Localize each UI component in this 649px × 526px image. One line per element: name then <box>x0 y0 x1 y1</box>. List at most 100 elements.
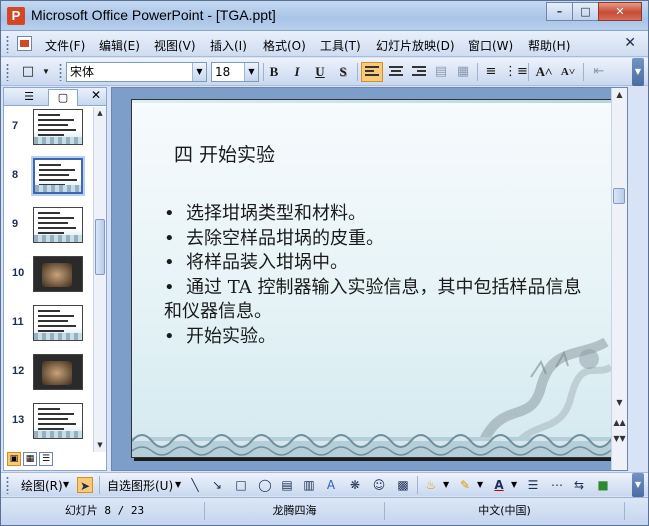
shrink-font-button[interactable]: A˅ <box>557 62 579 82</box>
align-right-button[interactable] <box>409 62 429 82</box>
line-style-icon[interactable]: ☰ <box>525 477 541 493</box>
menu-edit[interactable]: 编辑(E) <box>99 37 140 54</box>
document-icon[interactable] <box>17 36 32 51</box>
slide-thumbnail[interactable] <box>33 354 83 390</box>
pane-scrollbar[interactable]: ▲ ▼ <box>93 107 106 452</box>
slide-sorter-view-icon[interactable]: ▦ <box>23 452 37 466</box>
slide-bullet-list[interactable]: • 选择坩埚类型和材料。 • 去除空样品坩埚的皮重。 • 将样品装入坩埚中。 •… <box>164 202 594 349</box>
document-close-icon[interactable]: ✕ <box>624 35 636 51</box>
menu-grip-handle[interactable] <box>6 35 9 53</box>
chevron-down-icon[interactable]: ▼ <box>477 480 483 489</box>
current-slide[interactable]: 四 开始实验 • 选择坩埚类型和材料。 • 去除空样品坩埚的皮重。 • 将样品装… <box>131 99 612 458</box>
slide-title[interactable]: 四 开始实验 <box>174 140 275 167</box>
distribute-icon[interactable]: ▦ <box>453 62 473 82</box>
tab-outline[interactable]: ☰ <box>14 89 44 106</box>
slide-thumbnail-row[interactable]: 10 <box>4 254 92 303</box>
scroll-down-icon[interactable]: ▼ <box>94 439 106 452</box>
grow-font-button[interactable]: A˄ <box>533 62 555 82</box>
font-name-combo[interactable]: 宋体 ▼ <box>66 62 207 82</box>
align-center-button[interactable] <box>386 62 406 82</box>
new-document-icon[interactable]: □ <box>19 62 37 82</box>
fill-color-icon[interactable]: ♨ <box>423 477 439 493</box>
powerpoint-app-icon[interactable]: P <box>7 7 25 25</box>
scrollbar-thumb[interactable] <box>95 219 105 275</box>
menu-slideshow[interactable]: 幻灯片放映(D) <box>376 37 455 54</box>
slide-thumbnail-row[interactable]: 9 <box>4 205 92 254</box>
title-bar[interactable]: P Microsoft Office PowerPoint - [TGA.ppt… <box>1 1 648 31</box>
justify-icon[interactable]: ▤ <box>431 62 451 82</box>
numbering-icon[interactable]: ≡ <box>481 62 501 82</box>
picture-icon[interactable]: ▩ <box>395 477 411 493</box>
align-left-button[interactable] <box>361 62 383 82</box>
bullets-icon[interactable]: ⋮≡ <box>504 62 528 82</box>
line-color-icon[interactable]: ✎ <box>457 477 473 493</box>
maximize-button[interactable]: □ <box>572 2 599 21</box>
toolbar-overflow-icon[interactable]: ▼ <box>632 473 644 497</box>
slide-thumbnail[interactable] <box>33 305 83 341</box>
normal-view-icon[interactable]: ▣ <box>7 452 21 466</box>
slide-thumbnail-row[interactable]: 13 <box>4 401 92 450</box>
wordart-icon[interactable]: A <box>323 477 339 493</box>
rectangle-tool-icon[interactable]: □ <box>233 477 249 493</box>
textbox-tool-icon[interactable]: ▤ <box>279 477 295 493</box>
clipart-icon[interactable]: ☺ <box>371 477 387 493</box>
oval-tool-icon[interactable]: ◯ <box>257 477 273 493</box>
close-button[interactable]: ✕ <box>598 2 642 21</box>
scroll-up-icon[interactable]: ▲ <box>612 88 627 102</box>
chevron-down-icon[interactable]: ▼ <box>63 480 69 489</box>
menu-format[interactable]: 格式(O) <box>263 37 306 54</box>
chevron-down-icon[interactable]: ▼ <box>192 63 206 81</box>
underline-button[interactable]: U <box>311 62 329 82</box>
toolbar-grip-handle-2[interactable] <box>59 63 62 81</box>
toolbar-grip-handle[interactable] <box>6 63 9 81</box>
menu-file[interactable]: 文件(F) <box>45 37 85 54</box>
slide-thumbnail[interactable] <box>33 158 83 194</box>
menu-tools[interactable]: 工具(T) <box>320 37 361 54</box>
font-color-icon[interactable]: A <box>491 477 507 493</box>
slide-thumbnail[interactable] <box>33 109 83 145</box>
next-slide-icon[interactable]: ▼▼ <box>612 432 627 446</box>
menu-help[interactable]: 帮助(H) <box>528 37 570 54</box>
dash-style-icon[interactable]: ⋯ <box>549 477 565 493</box>
chevron-down-icon[interactable]: ▼ <box>244 63 258 81</box>
italic-button[interactable]: I <box>288 62 306 82</box>
previous-slide-icon[interactable]: ▲▲ <box>612 416 627 430</box>
new-dropdown-icon[interactable]: ▼ <box>37 62 55 82</box>
slide-thumbnail[interactable] <box>33 256 83 292</box>
toolbar-overflow-icon[interactable]: ▼ <box>632 58 644 86</box>
drawbar-grip-handle[interactable] <box>6 476 9 494</box>
menu-view[interactable]: 视图(V) <box>154 37 196 54</box>
chevron-down-icon[interactable]: ▼ <box>175 480 181 489</box>
draw-menu-button[interactable]: 绘图(R) <box>21 477 63 494</box>
slide-thumbnail-row[interactable]: 11 <box>4 303 92 352</box>
chevron-down-icon[interactable]: ▼ <box>443 480 449 489</box>
shadow-style-icon[interactable]: ■ <box>595 477 611 493</box>
slide-thumbnail-row[interactable]: 12 <box>4 352 92 401</box>
slide-thumbnail[interactable] <box>33 403 83 439</box>
autoshapes-menu-button[interactable]: 自选图形(U) <box>107 477 173 494</box>
bold-button[interactable]: B <box>265 62 283 82</box>
decrease-indent-icon[interactable]: ⇤ <box>589 62 609 82</box>
slideshow-view-icon[interactable]: ☰ <box>39 452 53 466</box>
slide-thumbnail-row[interactable]: 8 <box>4 156 92 205</box>
menu-window[interactable]: 窗口(W) <box>468 37 513 54</box>
chevron-down-icon[interactable]: ▼ <box>511 480 517 489</box>
minimize-button[interactable]: – <box>546 2 573 21</box>
pane-close-icon[interactable]: ✕ <box>91 88 101 102</box>
slide-scrollbar[interactable]: ▲ ▼ ▲▲ ▼▼ <box>611 88 627 470</box>
diagram-icon[interactable]: ❋ <box>347 477 363 493</box>
scroll-down-icon[interactable]: ▼ <box>612 396 627 410</box>
menu-insert[interactable]: 插入(I) <box>210 37 247 54</box>
scroll-up-icon[interactable]: ▲ <box>94 107 106 120</box>
arrow-tool-icon[interactable]: ↘ <box>209 477 225 493</box>
arrow-style-icon[interactable]: ⇆ <box>571 477 587 493</box>
select-pointer-icon[interactable]: ➤ <box>77 477 93 493</box>
slide-thumbnail[interactable] <box>33 207 83 243</box>
shadow-button[interactable]: S <box>334 62 352 82</box>
slide-thumbnail-row[interactable]: 7 <box>4 107 92 156</box>
font-size-combo[interactable]: 18 ▼ <box>211 62 259 82</box>
scrollbar-thumb[interactable] <box>613 188 625 204</box>
line-tool-icon[interactable]: ╲ <box>187 477 203 493</box>
tab-slides[interactable]: ▢ <box>48 89 78 106</box>
vertical-textbox-icon[interactable]: ▥ <box>301 477 317 493</box>
